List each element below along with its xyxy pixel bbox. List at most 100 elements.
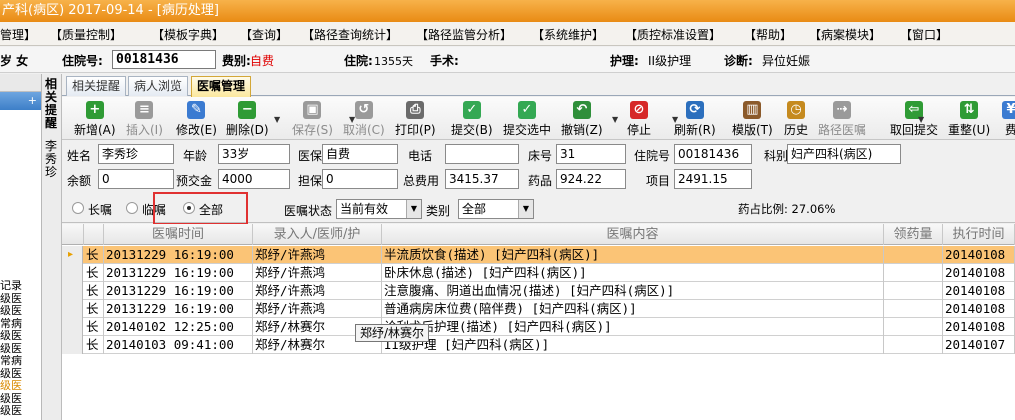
template-button[interactable]: ▥ 模版(T) <box>732 99 773 138</box>
submit-button[interactable]: ✓ 提交(B) <box>451 99 493 138</box>
tab-order-management[interactable]: 医嘱管理 <box>191 76 252 97</box>
toolbar-button-label: 提交选中 <box>503 123 552 137</box>
tab-patient-browse[interactable]: 病人浏览 <box>128 76 189 96</box>
tree-item[interactable]: 级医 <box>0 405 41 418</box>
undo-button[interactable]: ↶ 撤销(Z) <box>561 99 603 138</box>
menu-item-query[interactable]: 【查询】 <box>240 26 288 43</box>
order-status-select[interactable]: 当前有效 ▼ <box>336 199 422 219</box>
left-pane-toggle[interactable]: + <box>0 92 41 110</box>
related-reminder-vtab[interactable]: 相关提醒 <box>45 78 59 130</box>
item-field[interactable]: 2491.15 <box>674 169 752 189</box>
balance-field[interactable]: 0 <box>98 169 174 189</box>
header-order-content[interactable]: 医嘱内容 <box>382 224 884 245</box>
save-button[interactable]: ▣ 保存(S) <box>292 99 333 138</box>
cell-time: 20140103 09:41:00 <box>104 336 253 354</box>
row-indicator[interactable] <box>62 300 83 318</box>
insert-button[interactable]: ≡ 插入(I) <box>126 99 163 138</box>
add-button[interactable]: + 新增(A) <box>74 99 116 138</box>
header-entered-by[interactable]: 录入人/医师/护 <box>253 224 382 245</box>
insurance-field[interactable]: 自费 <box>322 144 398 164</box>
header-dispense-qty[interactable]: 领药量 <box>884 224 943 245</box>
tree-item[interactable]: 级医 <box>0 330 41 343</box>
dept-field[interactable]: 妇产四科(病区) <box>787 144 901 164</box>
tree-item[interactable]: 常病 <box>0 355 41 368</box>
table-row[interactable]: 长 20140103 09:41:00 郑纾/林赛尔 II级护理 [妇产四科(病区)]… <box>62 336 1015 354</box>
total-field[interactable]: 3415.37 <box>445 169 519 189</box>
patient-name-vtab[interactable]: 李秀珍 <box>45 140 59 179</box>
menu-item-help[interactable]: 【帮助】 <box>744 26 792 43</box>
fee-button[interactable]: ¥ 费 <box>1002 99 1015 138</box>
menu-item-pathway-stats[interactable]: 【路径查询统计】 <box>302 26 398 43</box>
category-select[interactable]: 全部 ▼ <box>458 199 534 219</box>
menu-item-quality[interactable]: 【质量控制】 <box>50 26 122 43</box>
cell-time: 20131229 16:19:00 <box>104 246 253 264</box>
row-indicator[interactable]: ▸ <box>62 246 83 264</box>
row-indicator[interactable] <box>62 336 83 354</box>
admission-field[interactable]: 00181436 <box>674 144 752 164</box>
drug-field[interactable]: 924.22 <box>556 169 626 189</box>
table-row[interactable]: 长 20131229 16:19:00 郑纾/许燕鸿 注意腹痛、阴道出血情况(描述) … <box>62 282 1015 300</box>
tree-item[interactable]: 级医 <box>0 368 41 381</box>
left-pane-header <box>0 74 41 92</box>
dropdown-arrow-icon[interactable]: ▼ <box>672 115 678 124</box>
pathway-order-button[interactable]: ⇢ 路径医嘱 <box>818 99 866 138</box>
category-label: 类别 <box>426 204 451 218</box>
menu-item-manage[interactable]: 管理】 <box>0 26 36 43</box>
cell-exec: 20140108 <box>943 318 1015 336</box>
tree-item[interactable]: 级医 <box>0 293 41 306</box>
header-exec-time[interactable]: 执行时间 <box>943 224 1015 245</box>
guarantee-field[interactable]: 0 <box>322 169 398 189</box>
row-indicator[interactable] <box>62 318 83 336</box>
prepaid-field[interactable]: 4000 <box>218 169 290 189</box>
cell-type: 长 <box>84 336 104 354</box>
temporary-radio[interactable] <box>126 202 138 214</box>
long-term-radio[interactable] <box>72 202 84 214</box>
delete-button[interactable]: − 删除(D) <box>226 99 269 138</box>
header-order-time[interactable]: 医嘱时间 <box>104 224 253 245</box>
bed-label: 床号 <box>528 149 553 163</box>
retrieve-button[interactable]: ⇦ 取回提交 <box>890 99 938 138</box>
table-row[interactable]: 长 20131229 16:19:00 郑纾/许燕鸿 卧床休息(描述) [妇产四科(病… <box>62 264 1015 282</box>
cell-dispense <box>884 318 943 336</box>
age-field[interactable]: 33岁 <box>218 144 290 164</box>
name-field[interactable]: 李秀珍 <box>98 144 174 164</box>
dropdown-arrow-icon[interactable]: ▼ <box>918 115 924 124</box>
tree-item[interactable]: 级医 <box>0 343 41 356</box>
dropdown-arrow-icon[interactable]: ▼ <box>612 115 618 124</box>
cell-exec: 20140108 <box>943 282 1015 300</box>
tree-item[interactable]: 级医 <box>0 393 41 406</box>
tree-item[interactable]: 常病 <box>0 318 41 331</box>
dropdown-arrow-icon[interactable]: ▼ <box>274 115 280 124</box>
cell-dispense <box>884 246 943 264</box>
stop-button[interactable]: ⊘ 停止 <box>627 99 651 138</box>
dropdown-arrow-icon[interactable]: ▼ <box>349 115 355 124</box>
toolbar-button-label: 路径医嘱 <box>818 123 867 137</box>
cell-by: 郑纾/许燕鸿 <box>253 300 382 318</box>
tree-item[interactable]: 级医 <box>0 380 41 393</box>
delete-icon: − <box>238 101 257 119</box>
bed-field[interactable]: 31 <box>556 144 626 164</box>
menu-item-pathway-analysis[interactable]: 【路径监管分析】 <box>416 26 512 43</box>
menu-item-templates[interactable]: 【模板字典】 <box>152 26 224 43</box>
row-indicator[interactable] <box>62 264 83 282</box>
menu-item-window[interactable]: 【窗口】 <box>900 26 948 43</box>
tree-item[interactable]: 记录 <box>0 280 41 293</box>
menu-item-system[interactable]: 【系统维护】 <box>532 26 604 43</box>
edit-button[interactable]: ✎ 修改(E) <box>176 99 217 138</box>
tree-item[interactable]: 级医 <box>0 305 41 318</box>
refresh-button[interactable]: ⟳ 刷新(R) <box>674 99 716 138</box>
menu-item-qc-standards[interactable]: 【质控标准设置】 <box>625 26 721 43</box>
phone-field[interactable] <box>445 144 519 164</box>
reorganize-button[interactable]: ⇅ 重整(U) <box>948 99 990 138</box>
table-row[interactable]: 长 20140102 12:25:00 郑纾/林赛尔 诊刮术后护理(描述) [妇产四科… <box>62 318 1015 336</box>
history-button[interactable]: ◷ 历史 <box>784 99 808 138</box>
print-button[interactable]: ⎙ 打印(P) <box>395 99 436 138</box>
table-row[interactable]: ▸ 长 20131229 16:19:00 郑纾/许燕鸿 半流质饮食(描述) [妇产四科… <box>62 246 1015 264</box>
submit-selected-button[interactable]: ✓ 提交选中 <box>503 99 551 138</box>
table-row[interactable]: 长 20131229 16:19:00 郑纾/许燕鸿 普通病房床位费(陪伴费) [妇产… <box>62 300 1015 318</box>
cell-time: 20131229 16:19:00 <box>104 300 253 318</box>
row-indicator[interactable] <box>62 282 83 300</box>
tab-related-reminder[interactable]: 相关提醒 <box>66 76 127 96</box>
tooltip: 郑纾/林赛尔 <box>355 324 430 342</box>
menu-item-records[interactable]: 【病案模块】 <box>809 26 881 43</box>
